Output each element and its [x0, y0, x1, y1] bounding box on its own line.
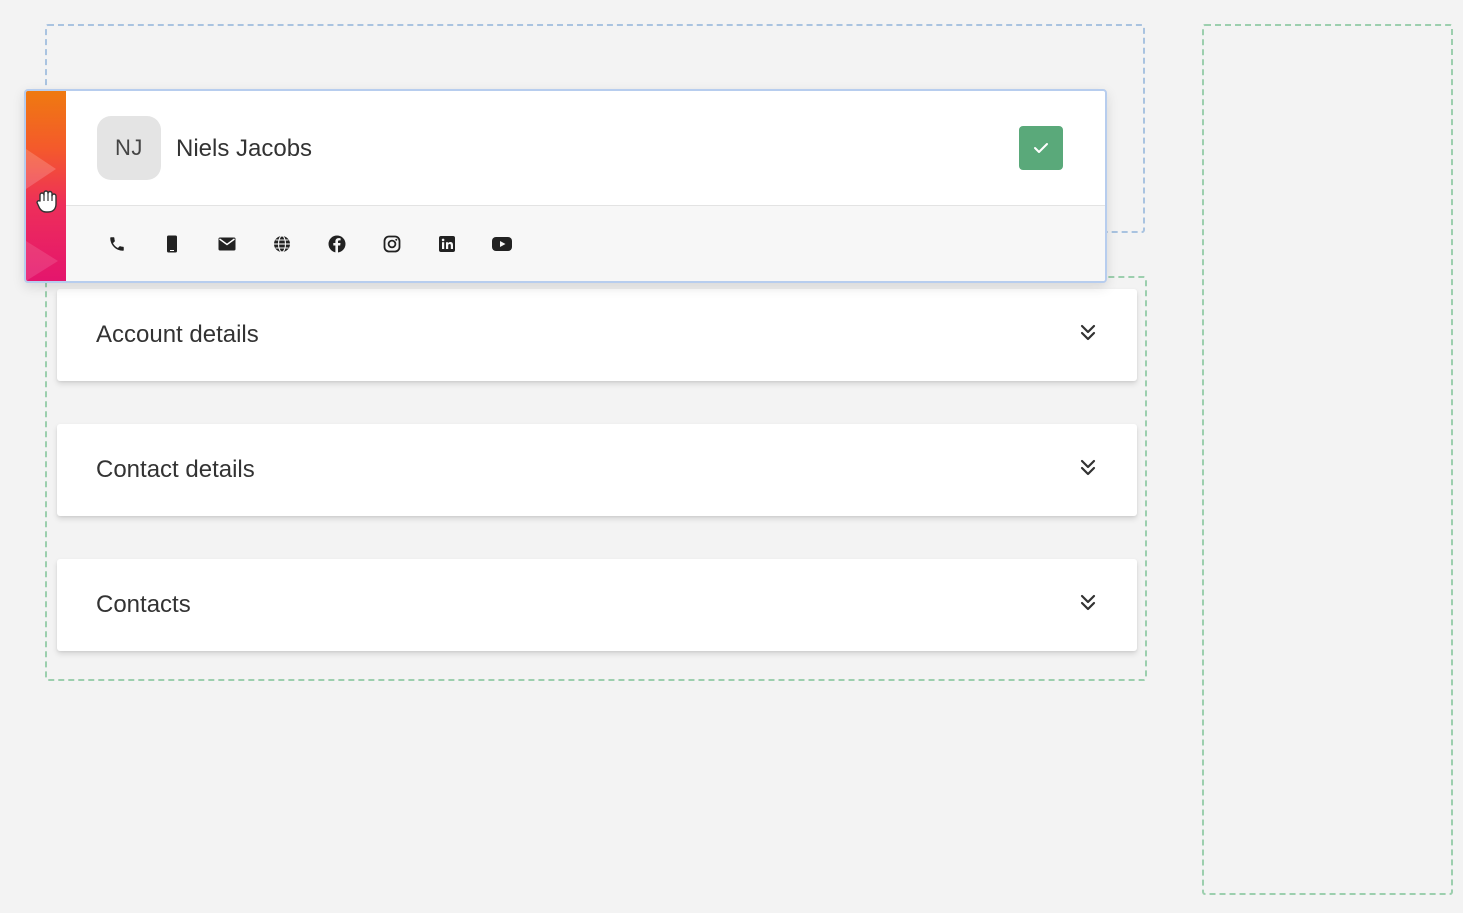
check-icon [1034, 143, 1048, 153]
sidebar-dropzone[interactable] [1202, 24, 1453, 895]
phone-icon[interactable] [107, 234, 127, 254]
mobile-icon[interactable] [162, 234, 182, 254]
chevron-double-down-icon[interactable] [1079, 593, 1097, 613]
section-contacts[interactable]: Contacts [57, 559, 1137, 651]
contact-header-card[interactable]: NJ Niels Jacobs [24, 89, 1107, 283]
facebook-icon[interactable] [327, 234, 347, 254]
confirm-button[interactable] [1019, 126, 1063, 170]
layout-canvas: Account details Contact details Contacts [0, 0, 1463, 913]
handle-facet [26, 241, 58, 281]
avatar: NJ [97, 116, 161, 180]
grab-hand-icon [36, 190, 57, 213]
section-account-details[interactable]: Account details [57, 289, 1137, 381]
instagram-icon[interactable] [382, 234, 402, 254]
chevron-double-down-icon[interactable] [1079, 323, 1097, 343]
handle-facet [26, 149, 56, 189]
website-icon[interactable] [272, 234, 292, 254]
drag-handle[interactable] [26, 91, 66, 281]
section-title: Account details [96, 321, 259, 348]
section-title: Contact details [96, 456, 255, 483]
email-icon[interactable] [217, 234, 237, 254]
header-top-row: NJ Niels Jacobs [66, 91, 1105, 206]
social-links-bar [66, 206, 1105, 281]
youtube-icon[interactable] [492, 234, 512, 254]
linkedin-icon[interactable] [437, 234, 457, 254]
chevron-double-down-icon[interactable] [1079, 458, 1097, 478]
avatar-initials: NJ [115, 135, 143, 160]
section-title: Contacts [96, 591, 191, 618]
section-contact-details[interactable]: Contact details [57, 424, 1137, 516]
contact-name: Niels Jacobs [176, 135, 313, 162]
